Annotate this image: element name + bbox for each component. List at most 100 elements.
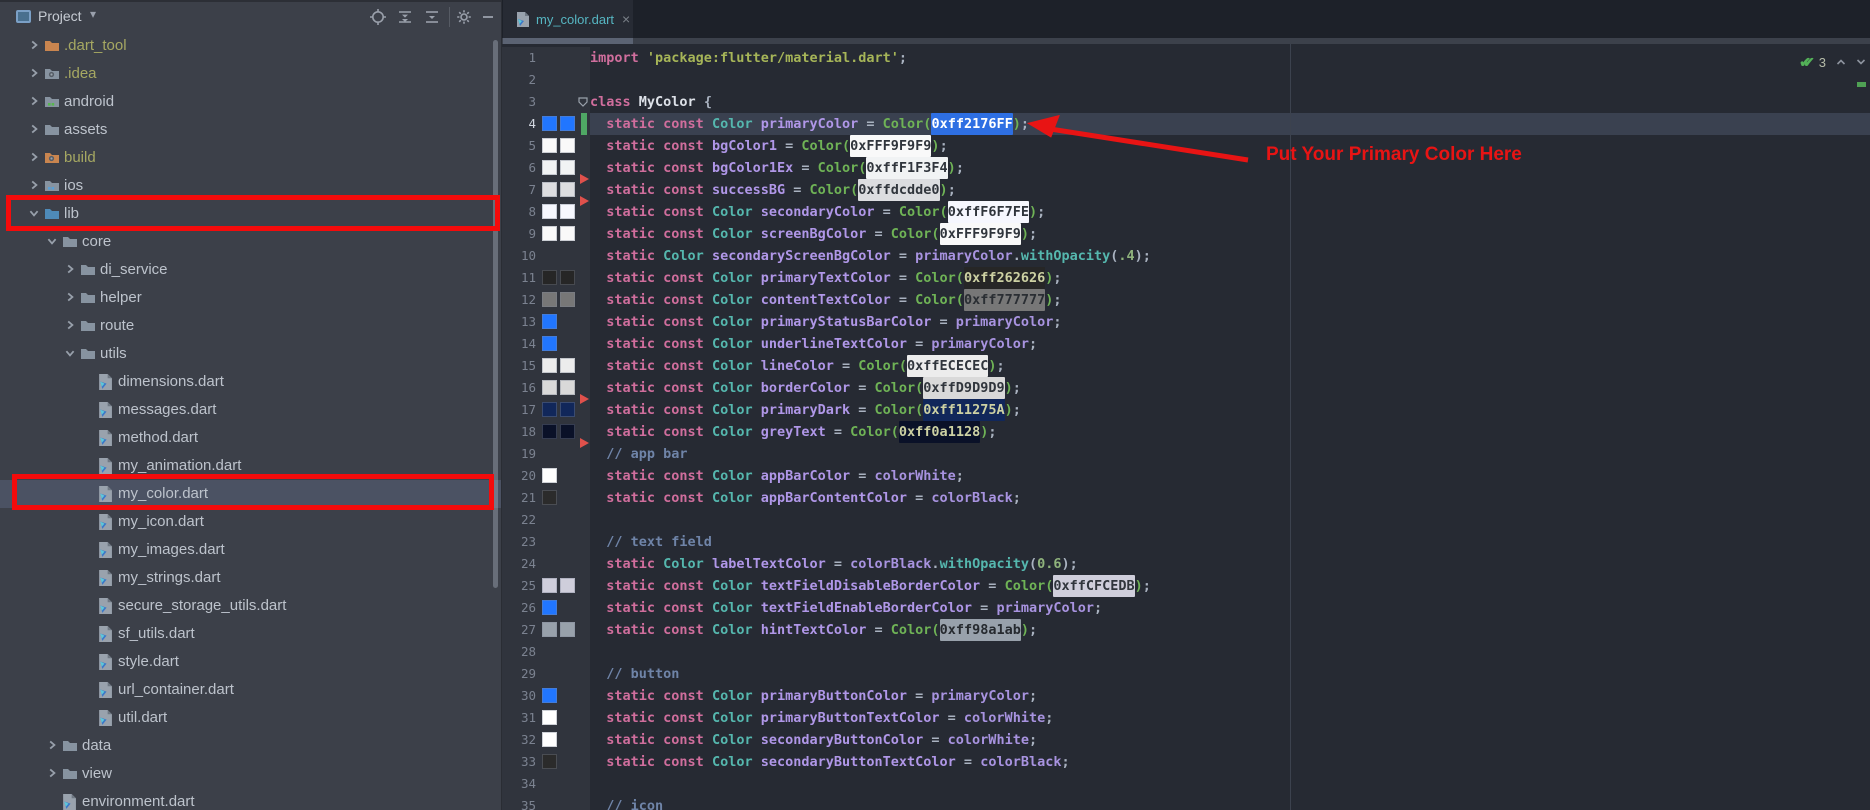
- code-line-22[interactable]: 22: [502, 509, 1870, 531]
- code-line-13[interactable]: 13 static const Color primaryStatusBarCo…: [502, 311, 1870, 333]
- tree-item-core[interactable]: core: [0, 228, 501, 256]
- color-hex-literal[interactable]: 0xff777777: [964, 289, 1045, 311]
- gear-icon[interactable]: [455, 8, 473, 26]
- tree-item--idea[interactable]: .idea: [0, 60, 501, 88]
- tree-item-my-icon-dart[interactable]: my_icon.dart: [0, 508, 501, 536]
- chevron-down-icon[interactable]: [64, 347, 78, 361]
- color-preview-swatch[interactable]: [542, 182, 557, 197]
- tree-item-build[interactable]: build: [0, 144, 501, 172]
- code-line-18[interactable]: 18 static const Color greyText = Color(0…: [502, 421, 1870, 443]
- color-preview-swatch[interactable]: [542, 622, 557, 637]
- tree-item-helper[interactable]: helper: [0, 284, 501, 312]
- prev-problem-icon[interactable]: [1836, 57, 1846, 67]
- code-line-17[interactable]: 17 static const Color primaryDark = Colo…: [502, 399, 1870, 421]
- color-preview-swatch[interactable]: [542, 270, 557, 285]
- chevron-down-icon[interactable]: ▾: [90, 7, 96, 21]
- color-hex-literal[interactable]: 0xff262626: [964, 267, 1045, 289]
- code-line-15[interactable]: 15 static const Color lineColor = Color(…: [502, 355, 1870, 377]
- color-preview-swatch[interactable]: [542, 710, 557, 725]
- project-panel-title[interactable]: Project: [38, 8, 82, 24]
- code-line-28[interactable]: 28: [502, 641, 1870, 663]
- chevron-right-icon[interactable]: [28, 95, 42, 109]
- color-preview-swatch[interactable]: [542, 292, 557, 307]
- tree-item-utils[interactable]: utils: [0, 340, 501, 368]
- code-line-32[interactable]: 32 static const Color secondaryButtonCol…: [502, 729, 1870, 751]
- color-hex-literal[interactable]: 0xff0a1128: [899, 421, 980, 443]
- chevron-down-icon[interactable]: [46, 235, 60, 249]
- color-preview-swatch[interactable]: [542, 732, 557, 747]
- code-line-10[interactable]: 10 static Color secondaryScreenBgColor =…: [502, 245, 1870, 267]
- color-preview-swatch[interactable]: [542, 336, 557, 351]
- tree-item-dimensions-dart[interactable]: dimensions.dart: [0, 368, 501, 396]
- chevron-right-icon[interactable]: [28, 123, 42, 137]
- tree-item-assets[interactable]: assets: [0, 116, 501, 144]
- color-preview-swatch[interactable]: [560, 116, 575, 131]
- color-preview-swatch[interactable]: [542, 116, 557, 131]
- color-preview-swatch[interactable]: [560, 204, 575, 219]
- chevron-right-icon[interactable]: [64, 291, 78, 305]
- inspections-widget[interactable]: ✔✔ 3: [1799, 52, 1866, 72]
- color-preview-swatch[interactable]: [560, 578, 575, 593]
- color-preview-swatch[interactable]: [542, 402, 557, 417]
- color-preview-swatch[interactable]: [560, 424, 575, 439]
- code-line-2[interactable]: 2: [502, 69, 1870, 91]
- code-line-16[interactable]: 16 static const Color borderColor = Colo…: [502, 377, 1870, 399]
- color-preview-swatch[interactable]: [560, 402, 575, 417]
- tree-item-data[interactable]: data: [0, 732, 501, 760]
- error-stripe-mark[interactable]: [1857, 82, 1866, 87]
- color-preview-swatch[interactable]: [542, 600, 557, 615]
- color-hex-literal[interactable]: 0xffD9D9D9: [923, 377, 1004, 399]
- color-hex-literal[interactable]: 0xffECECEC: [907, 355, 988, 377]
- color-preview-swatch[interactable]: [560, 226, 575, 241]
- fold-marker-icon[interactable]: [578, 97, 588, 107]
- color-preview-swatch[interactable]: [542, 226, 557, 241]
- color-preview-swatch[interactable]: [560, 138, 575, 153]
- locate-icon[interactable]: [369, 8, 387, 26]
- code-line-33[interactable]: 33 static const Color secondaryButtonTex…: [502, 751, 1870, 773]
- color-preview-swatch[interactable]: [560, 622, 575, 637]
- tree-item-environment-dart[interactable]: environment.dart: [0, 788, 501, 810]
- code-line-31[interactable]: 31 static const Color primaryButtonTextC…: [502, 707, 1870, 729]
- color-preview-swatch[interactable]: [542, 314, 557, 329]
- tree-item-url-container-dart[interactable]: url_container.dart: [0, 676, 501, 704]
- color-preview-swatch[interactable]: [560, 270, 575, 285]
- color-preview-swatch[interactable]: [542, 380, 557, 395]
- code-line-19[interactable]: 19 // app bar: [502, 443, 1870, 465]
- tree-item-route[interactable]: route: [0, 312, 501, 340]
- color-hex-literal[interactable]: 0xFFF9F9F9: [940, 223, 1021, 245]
- close-icon[interactable]: ×: [622, 11, 630, 27]
- code-line-21[interactable]: 21 static const Color appBarContentColor…: [502, 487, 1870, 509]
- chevron-right-icon[interactable]: [28, 67, 42, 81]
- project-tool-window-icon[interactable]: [16, 10, 31, 23]
- chevron-right-icon[interactable]: [46, 767, 60, 781]
- code-line-1[interactable]: 1import 'package:flutter/material.dart';: [502, 47, 1870, 69]
- next-problem-icon[interactable]: [1856, 57, 1866, 67]
- minimize-icon[interactable]: [481, 10, 499, 28]
- collapse-all-icon[interactable]: [423, 8, 441, 26]
- color-preview-swatch[interactable]: [542, 688, 557, 703]
- chevron-right-icon[interactable]: [28, 151, 42, 165]
- code-line-34[interactable]: 34: [502, 773, 1870, 795]
- code-line-29[interactable]: 29 // button: [502, 663, 1870, 685]
- color-preview-swatch[interactable]: [560, 182, 575, 197]
- code-line-25[interactable]: 25 static const Color textFieldDisableBo…: [502, 575, 1870, 597]
- code-line-24[interactable]: 24 static Color labelTextColor = colorBl…: [502, 553, 1870, 575]
- tree-item-secure-storage-utils-dart[interactable]: secure_storage_utils.dart: [0, 592, 501, 620]
- color-preview-swatch[interactable]: [542, 424, 557, 439]
- tab-my-color-dart[interactable]: my_color.dart ×: [503, 0, 633, 38]
- color-hex-literal[interactable]: 0xffCFCEDB: [1053, 575, 1134, 597]
- color-hex-literal[interactable]: 0xff2176FF: [931, 113, 1012, 135]
- tree-item--dart-tool[interactable]: .dart_tool: [0, 32, 501, 60]
- color-hex-literal[interactable]: 0xffF1F3F4: [866, 157, 947, 179]
- chevron-right-icon[interactable]: [46, 739, 60, 753]
- color-hex-literal[interactable]: 0xff11275A: [923, 399, 1004, 421]
- expand-all-icon[interactable]: [396, 8, 414, 26]
- color-hex-literal[interactable]: 0xff98a1ab: [940, 619, 1021, 641]
- color-preview-swatch[interactable]: [560, 292, 575, 307]
- chevron-right-icon[interactable]: [64, 263, 78, 277]
- code-line-30[interactable]: 30 static const Color primaryButtonColor…: [502, 685, 1870, 707]
- tree-item-view[interactable]: view: [0, 760, 501, 788]
- tree-item-method-dart[interactable]: method.dart: [0, 424, 501, 452]
- color-preview-swatch[interactable]: [542, 138, 557, 153]
- code-line-23[interactable]: 23 // text field: [502, 531, 1870, 553]
